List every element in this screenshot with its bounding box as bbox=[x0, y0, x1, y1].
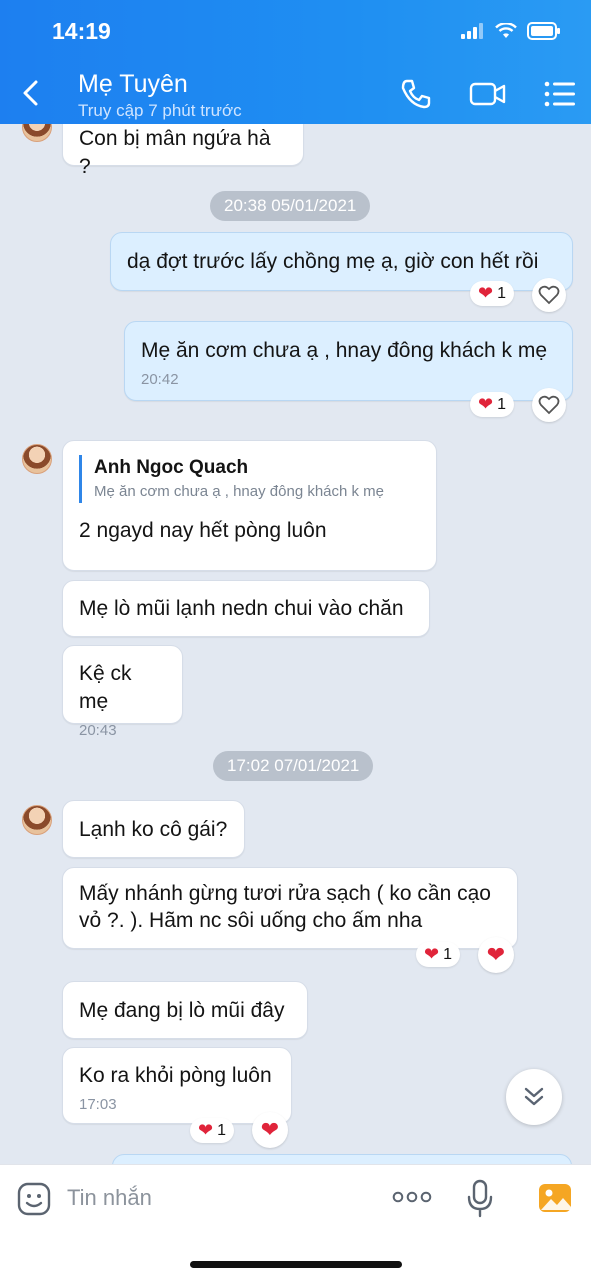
menu-list-icon[interactable] bbox=[542, 76, 578, 112]
avatar[interactable] bbox=[22, 805, 52, 835]
message-bubble[interactable]: Mẹ ăn cơm chưa ạ , hnay đông khách k mẹ … bbox=[124, 321, 573, 401]
image-gallery-icon[interactable] bbox=[537, 1180, 573, 1216]
phone-call-icon[interactable] bbox=[398, 76, 434, 112]
avatar[interactable] bbox=[22, 444, 52, 474]
message-text: Lạnh ko cô gái? bbox=[79, 818, 228, 841]
home-indicator bbox=[190, 1261, 402, 1268]
battery-icon bbox=[527, 22, 560, 40]
scroll-to-bottom-button[interactable] bbox=[506, 1069, 562, 1125]
message-bubble[interactable]: Mẹ lò mũi lạnh nedn chui vào chăn bbox=[62, 580, 430, 637]
message-text: Mẹ lò mũi lạnh nedn chui vào chăn bbox=[79, 597, 404, 620]
message-text: dạ đợt trước lấy chồng mẹ ạ, giờ con hết… bbox=[127, 250, 539, 273]
message-time: 20:43 bbox=[79, 722, 117, 739]
message-text: Mấy nhánh gừng tươi rửa sạch ( ko cần cạ… bbox=[79, 882, 491, 905]
status-icons bbox=[461, 22, 561, 40]
message-bubble[interactable] bbox=[112, 1154, 572, 1164]
heart-icon: ❤ bbox=[478, 283, 494, 303]
message-time: 20:42 bbox=[141, 371, 179, 388]
avatar[interactable] bbox=[22, 124, 52, 142]
message-bubble[interactable]: Mẹ đang bị lò mũi đây bbox=[62, 981, 308, 1039]
contact-name[interactable]: Mẹ Tuyên bbox=[78, 70, 188, 99]
message-text: vỏ ?. ). Hãm nc sôi uống cho ấm nha bbox=[79, 909, 423, 932]
message-bubble[interactable]: Mấy nhánh gừng tươi rửa sạch ( ko cần cạ… bbox=[62, 867, 518, 949]
reaction-count[interactable]: ❤ 1 bbox=[470, 281, 514, 306]
reaction-count[interactable]: ❤ 1 bbox=[470, 392, 514, 417]
chat-header: 14:19 Mẹ Tuyên Truy cập 7 phút trước bbox=[0, 0, 591, 124]
heart-icon: ❤ bbox=[486, 942, 506, 967]
quote-text: Mẹ ăn cơm chưa ạ , hnay đông khách k mẹ bbox=[94, 483, 385, 500]
heart-icon: ❤ bbox=[478, 394, 494, 414]
date-separator: 17:02 07/01/2021 bbox=[213, 751, 374, 781]
sticker-icon[interactable] bbox=[17, 1182, 51, 1216]
message-time: 17:03 bbox=[79, 1096, 117, 1113]
heart-icon: ❤ bbox=[260, 1117, 280, 1142]
chevron-down-icon bbox=[524, 1087, 544, 1106]
message-text: Mẹ ăn cơm chưa ạ , hnay đông khách k mẹ bbox=[141, 339, 548, 362]
message-text: Mẹ đang bị lò mũi đây bbox=[79, 999, 285, 1022]
heart-outline-icon bbox=[538, 285, 560, 305]
last-seen: Truy cập 7 phút trước bbox=[78, 101, 242, 120]
react-button[interactable]: ❤ bbox=[252, 1112, 288, 1148]
wifi-icon bbox=[495, 23, 517, 38]
message-bubble[interactable]: Ko ra khỏi pòng luôn 17:03 bbox=[62, 1047, 292, 1124]
quoted-message[interactable]: Anh Ngoc Quach Mẹ ăn cơm chưa ạ , hnay đ… bbox=[79, 455, 420, 503]
heart-icon: ❤ bbox=[424, 944, 440, 964]
message-text: Con bị mân ngứa hà ? bbox=[79, 127, 271, 178]
microphone-icon[interactable] bbox=[466, 1179, 494, 1219]
date-separator: 20:38 05/01/2021 bbox=[210, 191, 371, 221]
status-time: 14:19 bbox=[52, 18, 111, 44]
reaction-count[interactable]: ❤ 1 bbox=[416, 942, 460, 967]
heart-outline-icon bbox=[538, 395, 560, 415]
heart-icon: ❤ bbox=[198, 1120, 214, 1140]
message-bubble[interactable]: Con bị mân ngứa hà ? bbox=[62, 124, 304, 178]
react-button[interactable] bbox=[532, 278, 566, 312]
react-button[interactable]: ❤ bbox=[478, 937, 514, 973]
reaction-count[interactable]: ❤ 1 bbox=[190, 1118, 234, 1143]
back-icon[interactable] bbox=[18, 78, 44, 108]
message-bubble[interactable]: Kệ ck mẹ 20:43 bbox=[62, 645, 183, 739]
message-list[interactable]: Con bị mân ngứa hà ? 20:38 05/01/2021 dạ… bbox=[0, 124, 591, 1164]
message-text: 2 ngayd nay hết pòng luôn bbox=[79, 519, 327, 542]
message-text: Ko ra khỏi pòng luôn bbox=[79, 1064, 272, 1087]
more-options-icon[interactable] bbox=[392, 1189, 432, 1205]
message-text: Kệ ck mẹ bbox=[79, 662, 132, 713]
react-button[interactable] bbox=[532, 388, 566, 422]
video-call-icon[interactable] bbox=[468, 76, 508, 112]
message-bubble[interactable]: Lạnh ko cô gái? bbox=[62, 800, 245, 858]
input-placeholder: Tin nhắn bbox=[67, 1185, 152, 1210]
quote-author: Anh Ngoc Quach bbox=[94, 457, 249, 478]
message-bubble[interactable]: Anh Ngoc Quach Mẹ ăn cơm chưa ạ , hnay đ… bbox=[62, 440, 437, 571]
signal-icon bbox=[461, 23, 483, 39]
